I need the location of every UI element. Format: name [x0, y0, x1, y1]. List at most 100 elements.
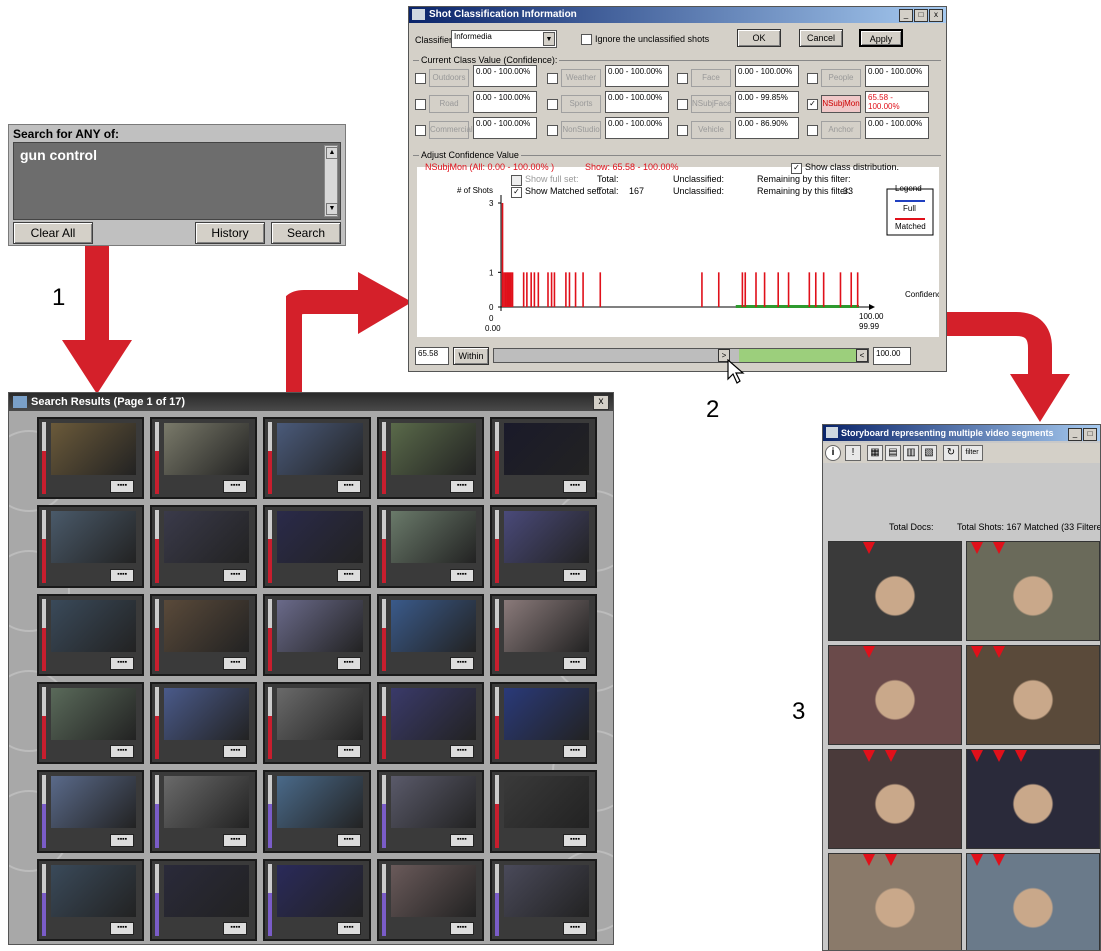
result-cell[interactable]: ▪▪▪▪	[489, 858, 597, 941]
more-button[interactable]: ▪▪▪▪	[223, 657, 248, 670]
result-cell[interactable]: ▪▪▪▪	[376, 417, 484, 500]
more-button[interactable]: ▪▪▪▪	[449, 480, 474, 494]
result-cell[interactable]: ▪▪▪▪	[489, 770, 597, 853]
video-thumbnail[interactable]	[51, 511, 137, 564]
more-button[interactable]: ▪▪▪▪	[223, 480, 248, 494]
more-button[interactable]: ▪▪▪▪	[449, 833, 474, 847]
pin-icon[interactable]: !	[845, 445, 861, 461]
search-button[interactable]: Search	[271, 222, 341, 244]
more-button[interactable]: ▪▪▪▪	[110, 568, 135, 582]
more-button[interactable]: ▪▪▪▪	[223, 833, 248, 847]
low-value-field[interactable]: 65.58	[415, 347, 449, 365]
class-button-nonstudio[interactable]: NonStudio	[561, 121, 601, 139]
more-button[interactable]: ▪▪▪▪	[562, 745, 587, 759]
video-thumbnail[interactable]	[277, 511, 363, 564]
result-cell[interactable]: ▪▪▪▪	[263, 682, 371, 765]
result-cell[interactable]: ▪▪▪▪	[150, 417, 258, 500]
minimize-icon[interactable]: _	[899, 9, 913, 22]
class-checkbox-face[interactable]	[677, 73, 688, 84]
video-thumbnail[interactable]	[390, 599, 476, 652]
video-thumbnail[interactable]	[503, 423, 589, 475]
more-button[interactable]: ▪▪▪▪	[562, 480, 587, 494]
more-button[interactable]: ▪▪▪▪	[562, 657, 587, 670]
result-cell[interactable]: ▪▪▪▪	[37, 417, 145, 500]
result-cell[interactable]: ▪▪▪▪	[489, 682, 597, 765]
result-cell[interactable]: ▪▪▪▪	[376, 593, 484, 676]
ok-button[interactable]: OK	[737, 29, 781, 47]
result-cell[interactable]: ▪▪▪▪	[150, 593, 258, 676]
video-thumbnail[interactable]	[277, 776, 363, 829]
more-button[interactable]: ▪▪▪▪	[110, 657, 135, 670]
video-thumbnail[interactable]	[277, 423, 363, 475]
video-thumbnail[interactable]	[51, 776, 137, 829]
result-cell[interactable]: ▪▪▪▪	[376, 505, 484, 588]
class-button-weather[interactable]: Weather	[561, 69, 601, 87]
class-range-field-nsubjmon[interactable]: 65.58 - 100.00%	[865, 91, 929, 113]
class-range-field-nsubjface[interactable]: 0.00 - 99.85%	[735, 91, 799, 113]
class-button-anchor[interactable]: Anchor	[821, 121, 861, 139]
result-cell[interactable]: ▪▪▪▪	[263, 417, 371, 500]
more-button[interactable]: ▪▪▪▪	[336, 568, 361, 582]
classifier-select[interactable]: Informedia ▼	[451, 30, 557, 48]
video-thumbnail[interactable]	[164, 688, 250, 740]
more-button[interactable]: ▪▪▪▪	[110, 745, 135, 759]
result-cell[interactable]: ▪▪▪▪	[37, 505, 145, 588]
result-cell[interactable]: ▪▪▪▪	[37, 593, 145, 676]
high-value-field[interactable]: 100.00	[873, 347, 911, 365]
layout-a-icon[interactable]: ▦	[867, 445, 883, 461]
storyboard-thumbnail[interactable]	[966, 853, 1100, 950]
result-cell[interactable]: ▪▪▪▪	[263, 858, 371, 941]
maximize-icon[interactable]: □	[914, 9, 928, 22]
scroll-down-icon[interactable]: ▼	[326, 203, 338, 215]
more-button[interactable]: ▪▪▪▪	[449, 745, 474, 759]
class-checkbox-nsubjmon[interactable]: ✓	[807, 99, 818, 110]
query-scrollbar[interactable]: ▲ ▼	[324, 145, 338, 217]
video-thumbnail[interactable]	[390, 776, 476, 829]
close-icon[interactable]: x	[929, 9, 943, 22]
video-thumbnail[interactable]	[164, 776, 250, 829]
class-range-field-face[interactable]: 0.00 - 100.00%	[735, 65, 799, 87]
maximize-icon[interactable]: □	[1083, 428, 1097, 441]
class-range-field-sports[interactable]: 0.00 - 100.00%	[605, 91, 669, 113]
more-button[interactable]: ▪▪▪▪	[110, 480, 135, 494]
clear-all-button[interactable]: Clear All	[13, 222, 93, 244]
close-icon[interactable]: x	[593, 395, 609, 410]
result-cell[interactable]: ▪▪▪▪	[150, 770, 258, 853]
video-thumbnail[interactable]	[51, 688, 137, 740]
video-thumbnail[interactable]	[51, 423, 137, 475]
class-range-field-nonstudio[interactable]: 0.00 - 100.00%	[605, 117, 669, 139]
video-thumbnail[interactable]	[277, 599, 363, 652]
video-thumbnail[interactable]	[277, 864, 363, 917]
result-cell[interactable]: ▪▪▪▪	[376, 770, 484, 853]
storyboard-thumbnail[interactable]	[966, 541, 1100, 641]
video-thumbnail[interactable]	[164, 511, 250, 564]
class-checkbox-outdoors[interactable]	[415, 73, 426, 84]
more-button[interactable]: ▪▪▪▪	[562, 833, 587, 847]
class-button-nsubjmon[interactable]: NSubjMon	[821, 95, 861, 113]
class-range-field-outdoors[interactable]: 0.00 - 100.00%	[473, 65, 537, 87]
apply-button[interactable]: Apply	[859, 29, 903, 47]
result-cell[interactable]: ▪▪▪▪	[150, 505, 258, 588]
more-button[interactable]: ▪▪▪▪	[336, 833, 361, 847]
result-cell[interactable]: ▪▪▪▪	[37, 682, 145, 765]
more-button[interactable]: ▪▪▪▪	[449, 922, 474, 935]
class-button-sports[interactable]: Sports	[561, 95, 601, 113]
scroll-up-icon[interactable]: ▲	[326, 147, 338, 159]
video-thumbnail[interactable]	[503, 511, 589, 564]
result-cell[interactable]: ▪▪▪▪	[37, 858, 145, 941]
more-button[interactable]: ▪▪▪▪	[562, 568, 587, 582]
ignore-unclassified-checkbox[interactable]	[581, 34, 592, 45]
chevron-down-icon[interactable]: ▼	[543, 32, 555, 46]
video-thumbnail[interactable]	[51, 599, 137, 652]
class-range-field-people[interactable]: 0.00 - 100.00%	[865, 65, 929, 87]
layout-b-icon[interactable]: ▤	[885, 445, 901, 461]
class-button-road[interactable]: Road	[429, 95, 469, 113]
class-range-field-weather[interactable]: 0.00 - 100.00%	[605, 65, 669, 87]
video-thumbnail[interactable]	[164, 423, 250, 475]
query-textarea[interactable]: gun control ▲ ▼	[13, 142, 341, 220]
cancel-button[interactable]: Cancel	[799, 29, 843, 47]
result-cell[interactable]: ▪▪▪▪	[489, 593, 597, 676]
class-button-people[interactable]: People	[821, 69, 861, 87]
class-range-field-commercial[interactable]: 0.00 - 100.00%	[473, 117, 537, 139]
more-button[interactable]: ▪▪▪▪	[223, 745, 248, 759]
